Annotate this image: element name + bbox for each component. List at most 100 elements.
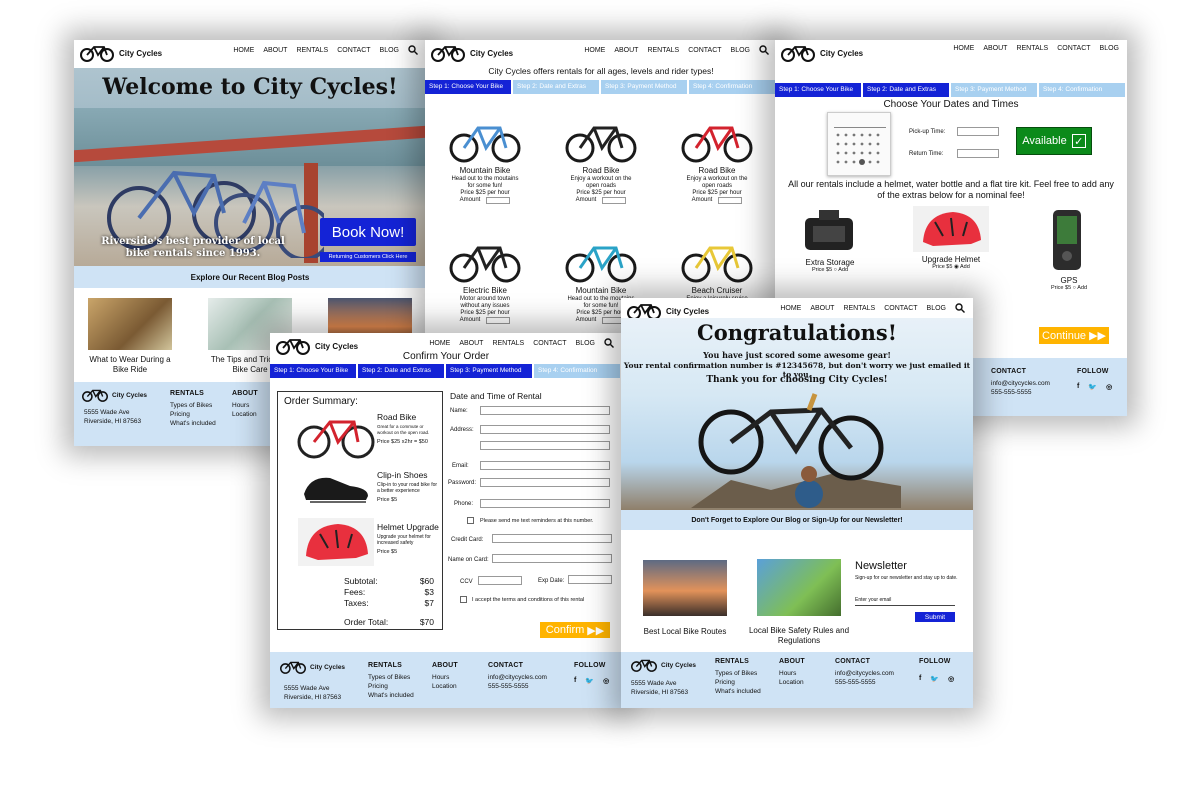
nav-contact[interactable]: CONTACT bbox=[688, 47, 721, 54]
bike-card[interactable]: Mountain Bike Head out to the moutains fo… bbox=[433, 116, 537, 204]
step-2[interactable]: Step 2: Date and Extras bbox=[358, 364, 444, 378]
step-3[interactable]: Step 3: Payment Method bbox=[951, 83, 1037, 97]
blog-title-safety[interactable]: Local Bike Safety Rules and Regulations bbox=[745, 626, 853, 646]
return-time-select[interactable] bbox=[957, 149, 999, 158]
returning-customers-link[interactable]: Returning Customers Click Here bbox=[320, 252, 416, 262]
step-1[interactable]: Step 1: Choose Your Bike bbox=[775, 83, 861, 97]
email-input[interactable] bbox=[480, 461, 610, 470]
blog-thumb-safety[interactable] bbox=[757, 559, 841, 616]
bike-card[interactable]: Electric Bike Motor around town without a… bbox=[433, 236, 537, 324]
footer-link[interactable]: What's included bbox=[715, 687, 761, 696]
nav-contact[interactable]: CONTACT bbox=[884, 305, 917, 312]
footer-link[interactable]: Location bbox=[779, 678, 805, 687]
footer-link[interactable]: Location bbox=[232, 410, 258, 419]
nav-rentals[interactable]: RENTALS bbox=[296, 47, 328, 54]
footer-link[interactable]: Types of Bikes bbox=[170, 401, 216, 410]
nav-home[interactable]: HOME bbox=[780, 305, 801, 312]
footer-link[interactable]: Pricing bbox=[368, 682, 414, 691]
footer-email[interactable]: info@citycycles.com bbox=[835, 669, 894, 678]
footer-link[interactable]: Types of Bikes bbox=[368, 673, 414, 682]
nav-contact[interactable]: CONTACT bbox=[533, 340, 566, 347]
footer-link[interactable]: Types of Bikes bbox=[715, 669, 761, 678]
facebook-icon[interactable]: f bbox=[574, 677, 576, 685]
footer-link[interactable]: Location bbox=[432, 682, 458, 691]
submit-button[interactable]: Submit bbox=[915, 612, 955, 622]
footer-link[interactable]: What's included bbox=[170, 419, 216, 428]
phone-input[interactable] bbox=[480, 499, 610, 508]
nav-blog[interactable]: BLOG bbox=[731, 47, 750, 54]
logo[interactable]: City Cycles bbox=[80, 44, 162, 62]
address-input-1[interactable] bbox=[480, 425, 610, 434]
nav-rentals[interactable]: RENTALS bbox=[492, 340, 524, 347]
newsletter-email-input[interactable]: Enter your email bbox=[855, 597, 955, 606]
nav-home[interactable]: HOME bbox=[233, 47, 254, 54]
logo[interactable]: City Cycles bbox=[431, 44, 513, 62]
blog-thumb-routes[interactable] bbox=[643, 560, 727, 616]
exp-date-input[interactable] bbox=[568, 575, 612, 584]
instagram-icon[interactable]: ◎ bbox=[1106, 383, 1112, 391]
amount-stepper[interactable] bbox=[486, 197, 511, 204]
footer-link[interactable]: Hours bbox=[432, 673, 458, 682]
nav-contact[interactable]: CONTACT bbox=[1057, 45, 1090, 52]
calendar-widget[interactable] bbox=[827, 112, 891, 176]
amount-stepper[interactable] bbox=[718, 197, 743, 204]
search-icon[interactable] bbox=[955, 303, 965, 313]
continue-button[interactable]: Continue ▶▶ bbox=[1039, 327, 1109, 344]
sms-checkbox[interactable] bbox=[467, 517, 474, 524]
blog-title-routes[interactable]: Best Local Bike Routes bbox=[631, 627, 739, 636]
nav-rentals[interactable]: RENTALS bbox=[647, 47, 679, 54]
search-icon[interactable] bbox=[759, 45, 769, 55]
instagram-icon[interactable]: ◎ bbox=[948, 675, 954, 683]
name-input[interactable] bbox=[480, 406, 610, 415]
twitter-icon[interactable]: 🐦 bbox=[585, 677, 594, 685]
step-1[interactable]: Step 1: Choose Your Bike bbox=[270, 364, 356, 378]
nav-blog[interactable]: BLOG bbox=[1100, 45, 1119, 52]
footer-link[interactable]: Hours bbox=[232, 401, 258, 410]
twitter-icon[interactable]: 🐦 bbox=[1088, 383, 1097, 391]
add-radio[interactable]: ○ bbox=[1073, 285, 1076, 291]
nav-blog[interactable]: BLOG bbox=[380, 47, 399, 54]
bike-card[interactable]: Road Bike Enjoy a workout on the open roa… bbox=[549, 116, 653, 204]
confirm-button[interactable]: Confirm ▶▶ bbox=[540, 622, 610, 638]
nav-rentals[interactable]: RENTALS bbox=[843, 305, 875, 312]
nav-blog[interactable]: BLOG bbox=[576, 340, 595, 347]
ccv-input[interactable] bbox=[478, 576, 522, 585]
add-radio[interactable]: ○ bbox=[834, 267, 837, 273]
footer-email[interactable]: info@citycycles.com bbox=[488, 673, 547, 682]
footer-email[interactable]: info@citycycles.com bbox=[991, 379, 1050, 388]
nav-home[interactable]: HOME bbox=[953, 45, 974, 52]
nav-home[interactable]: HOME bbox=[584, 47, 605, 54]
nav-contact[interactable]: CONTACT bbox=[337, 47, 370, 54]
bike-card[interactable]: Road Bike Enjoy a workout on the open roa… bbox=[665, 116, 769, 204]
search-icon[interactable] bbox=[604, 338, 614, 348]
logo[interactable]: City Cycles bbox=[781, 44, 863, 62]
amount-stepper[interactable] bbox=[602, 197, 627, 204]
add-radio[interactable]: ◉ bbox=[954, 264, 959, 270]
nav-rentals[interactable]: RENTALS bbox=[1016, 45, 1048, 52]
nav-about[interactable]: ABOUT bbox=[263, 47, 287, 54]
bike-card[interactable]: Beach CruiserEnjoy a leisurely cruise bbox=[665, 236, 769, 303]
twitter-icon[interactable]: 🐦 bbox=[930, 675, 939, 683]
name-on-card-input[interactable] bbox=[492, 554, 612, 563]
terms-label[interactable]: I accept the terms and conditions of thi… bbox=[472, 597, 584, 603]
amount-stepper[interactable] bbox=[486, 317, 511, 324]
pickup-time-select[interactable] bbox=[957, 127, 999, 136]
step-2[interactable]: Step 2: Date and Extras bbox=[513, 80, 599, 94]
step-2[interactable]: Step 2: Date and Extras bbox=[863, 83, 949, 97]
step-4[interactable]: Step 4: Confirmation bbox=[1039, 83, 1125, 97]
nav-about[interactable]: ABOUT bbox=[614, 47, 638, 54]
terms-checkbox[interactable] bbox=[460, 596, 467, 603]
step-3[interactable]: Step 3: Payment Method bbox=[446, 364, 532, 378]
nav-about[interactable]: ABOUT bbox=[983, 45, 1007, 52]
footer-link[interactable]: Hours bbox=[779, 669, 805, 678]
facebook-icon[interactable]: f bbox=[1077, 383, 1079, 391]
footer-link[interactable]: Pricing bbox=[715, 678, 761, 687]
credit-card-input[interactable] bbox=[492, 534, 612, 543]
step-1[interactable]: Step 1: Choose Your Bike bbox=[425, 80, 511, 94]
instagram-icon[interactable]: ◎ bbox=[603, 677, 609, 685]
search-icon[interactable] bbox=[408, 45, 418, 55]
password-input[interactable] bbox=[480, 478, 610, 487]
book-now-button[interactable]: Book Now! bbox=[320, 218, 416, 246]
step-3[interactable]: Step 3: Payment Method bbox=[601, 80, 687, 94]
blog-post-title-1[interactable]: What to Wear During a Bike Ride bbox=[82, 355, 178, 375]
